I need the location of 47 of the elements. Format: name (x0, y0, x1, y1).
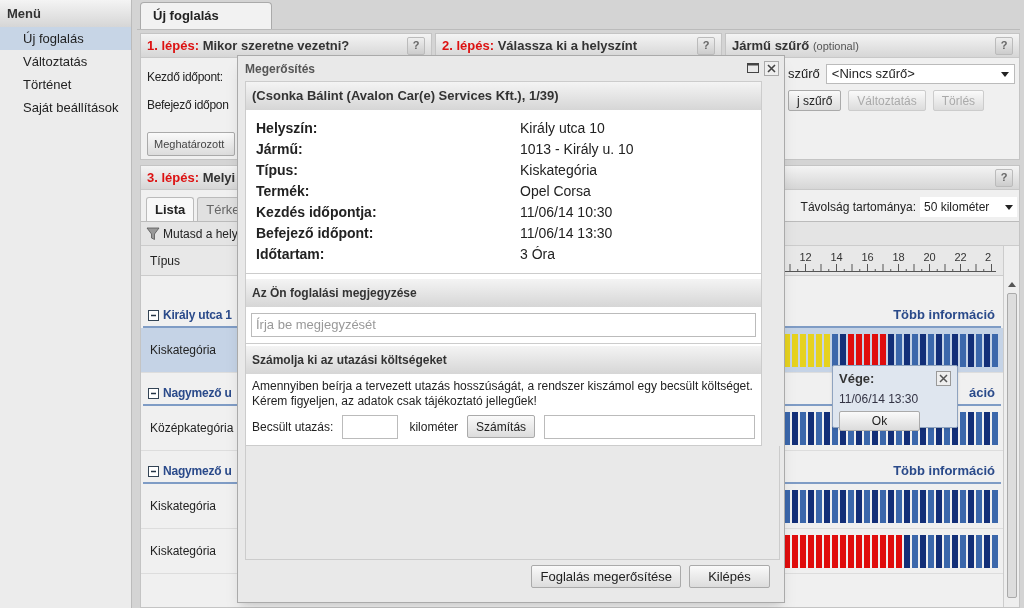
column-title: Típus (149, 252, 180, 270)
dialog-header: (Csonka Bálint (Avalon Car(e) Services Kft.), 1/39) (246, 82, 761, 110)
detail-label: Jármű: (256, 141, 304, 158)
detail-value: Király utca 10 (520, 120, 606, 137)
group-title: Nagymező u (163, 463, 232, 480)
vehicle-type: Középkategória (149, 420, 234, 437)
detail-value: 11/06/14 10:30 (520, 204, 614, 221)
vehicle-type: Kiskategória (149, 498, 217, 515)
detail-label: Kezdés időpontja: (256, 204, 378, 221)
distance-label: Becsült utazás: (252, 418, 334, 436)
detail-label: Befejező időpont: (256, 225, 375, 242)
section-header: Számolja ki az utazási költségeket (246, 345, 761, 374)
vehicle-type: Kiskategória (149, 342, 217, 359)
field-label: Kezdő időpont: (147, 69, 223, 86)
panel-title: 2. lépés: Válassza ki a helyszínt (442, 36, 638, 55)
distance-label: Távolság tartománya: (800, 199, 916, 216)
hour-label: 22 (953, 249, 968, 265)
field-label: Befejező időpon (147, 97, 229, 114)
detail-label: Típus: (256, 162, 299, 179)
detail-label: Helyszín: (256, 120, 319, 137)
section-header: Az Ön foglalási megjegyzése (246, 279, 761, 307)
unit-label: kilométer (409, 418, 459, 436)
hour-label: 18 (891, 249, 906, 265)
hour-label: 12 (798, 249, 813, 265)
detail-value: Kiskategória (520, 162, 599, 179)
detail-value: Opel Corsa (520, 183, 592, 200)
dialog-title: Megerősítés (245, 60, 316, 78)
group-title: Nagymező u (163, 385, 232, 402)
cost-description: Amennyiben beírja a tervezett utazás hosszúságát, a rendszer kiszámol egy becsült költséget. Kérem figyeljen, az adatok csak tájékoztató jellegűek! (251, 377, 754, 409)
detail-label: Időtartam: (256, 246, 326, 263)
vehicle-type: Kiskategória (149, 543, 217, 560)
detail-value: 1013 - Király u. 10 (520, 141, 635, 158)
panel-title: 3. lépés: Melyi (147, 168, 236, 187)
detail-label: Termék: (256, 183, 311, 200)
group-title: Király utca 1 (163, 307, 232, 324)
panel-title: Jármű szűrő (optional) (732, 36, 859, 55)
hour-label: 2 (984, 249, 992, 265)
detail-value: 11/06/14 13:30 (520, 225, 614, 242)
hour-label: 20 (922, 249, 937, 265)
sidebar-title: Menü (0, 0, 131, 27)
hour-label: 14 (829, 249, 844, 265)
popup-title: Vége: (839, 370, 875, 388)
hour-label: 16 (860, 249, 875, 265)
panel-title: 1. lépés: Mikor szeretne vezetni? (147, 36, 350, 55)
filter-label: szűrő (788, 65, 820, 84)
detail-value: 3 Óra (520, 246, 556, 263)
popup-value: 11/06/14 13:30 (839, 390, 920, 408)
